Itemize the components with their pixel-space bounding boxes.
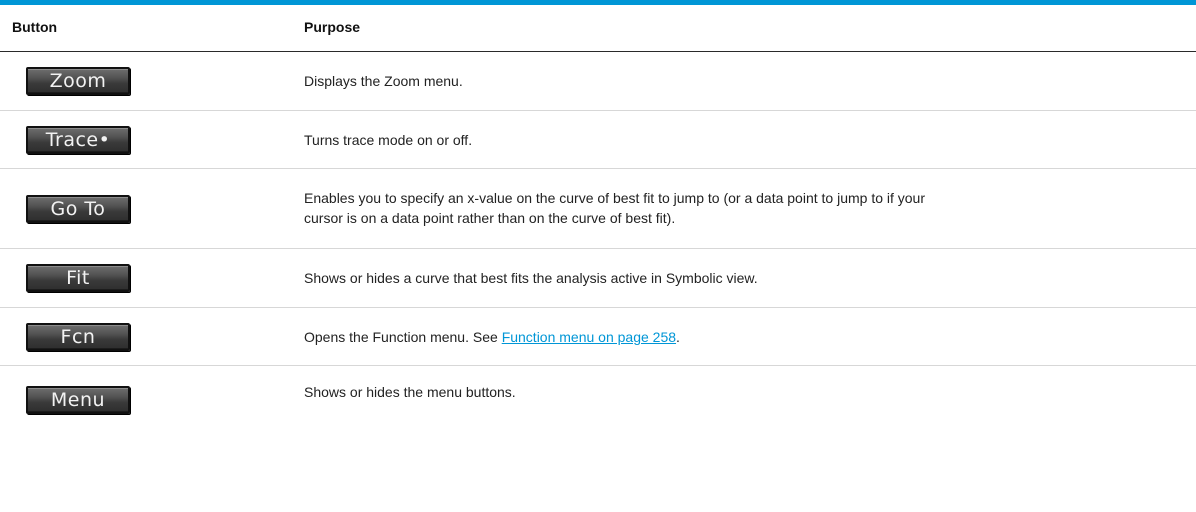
purpose-cell: Displays the Zoom menu. [304, 52, 1196, 110]
fcn-button[interactable]: Fcn [26, 322, 130, 351]
purpose-text: Shows or hides the menu buttons. [304, 384, 516, 400]
button-cell: Fcn [0, 308, 304, 365]
zoom-button[interactable]: Zoom [26, 67, 130, 95]
purpose-text-line-2: cursor is on a data point rather than on… [304, 210, 676, 226]
function-menu-link[interactable]: Function menu on page 258 [502, 329, 676, 345]
button-cell: Go To [0, 169, 304, 248]
purpose-text: Turns trace mode on or off. [304, 132, 473, 148]
purpose-text-line-1: Enables you to specify an x-value on the… [304, 190, 926, 206]
trace-button[interactable]: Trace• [26, 125, 130, 154]
table-row: Trace• Turns trace mode on or off. [0, 111, 1196, 169]
softkey-table: Button Purpose Zoom Displays the Zoom me… [0, 0, 1196, 433]
purpose-text: Shows or hides a curve that best fits th… [304, 270, 758, 286]
table-row: Fit Shows or hides a curve that best fit… [0, 249, 1196, 308]
go-to-button[interactable]: Go To [26, 194, 130, 223]
fit-button[interactable]: Fit [26, 264, 130, 292]
table-row: Go To Enables you to specify an x-value … [0, 169, 1196, 249]
table-row: Fcn Opens the Function menu. See Functio… [0, 308, 1196, 366]
button-cell: Trace• [0, 111, 304, 168]
purpose-cell: Shows or hides the menu buttons. [304, 366, 1196, 433]
button-cell: Zoom [0, 52, 304, 110]
header-purpose-label: Purpose [304, 19, 361, 35]
purpose-cell: Turns trace mode on or off. [304, 111, 1196, 168]
table-header-row: Button Purpose [0, 5, 1196, 52]
header-button-label: Button [12, 19, 58, 35]
header-cell-purpose: Purpose [304, 19, 1196, 37]
purpose-cell: Shows or hides a curve that best fits th… [304, 249, 1196, 307]
header-cell-button: Button [0, 19, 304, 37]
purpose-cell: Enables you to specify an x-value on the… [304, 169, 1196, 248]
button-cell: Menu [0, 366, 304, 433]
purpose-cell: Opens the Function menu. See Function me… [304, 308, 1196, 365]
purpose-text: Displays the Zoom menu. [304, 73, 463, 89]
table-row: Menu Shows or hides the menu buttons. [0, 366, 1196, 433]
purpose-text-suffix: . [676, 329, 680, 345]
menu-button[interactable]: Menu [26, 385, 130, 414]
purpose-text-prefix: Opens the Function menu. See [304, 329, 502, 345]
button-cell: Fit [0, 249, 304, 307]
table-row: Zoom Displays the Zoom menu. [0, 52, 1196, 111]
